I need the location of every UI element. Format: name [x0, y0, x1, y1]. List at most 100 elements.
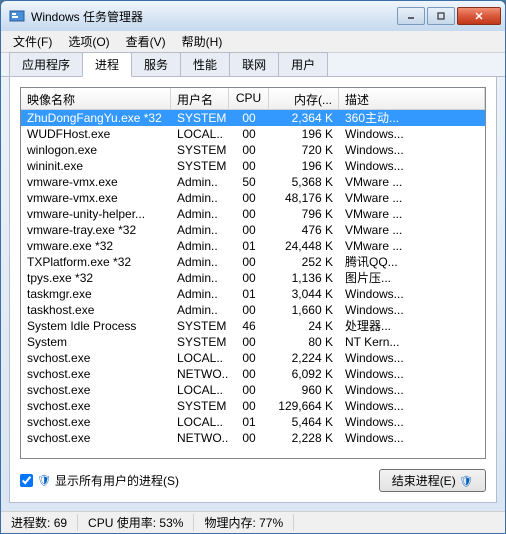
- col-image-name[interactable]: 映像名称: [21, 88, 171, 109]
- cell-mem: 796 K: [269, 206, 339, 222]
- cell-mem: 1,660 K: [269, 302, 339, 318]
- cell-name: System: [21, 334, 171, 350]
- cell-name: TXPlatform.exe *32: [21, 254, 171, 270]
- table-row[interactable]: tpys.exe *32Admin..001,136 K图片压...: [21, 270, 485, 286]
- titlebar[interactable]: Windows 任务管理器: [1, 1, 505, 31]
- table-row[interactable]: svchost.exeLOCAL..015,464 KWindows...: [21, 414, 485, 430]
- close-button[interactable]: [457, 7, 501, 25]
- tab-performance[interactable]: 性能: [180, 52, 230, 76]
- shield-icon: 🛡: [37, 474, 51, 487]
- menu-view[interactable]: 查看(V): [118, 31, 174, 52]
- table-row[interactable]: svchost.exeLOCAL..002,224 KWindows...: [21, 350, 485, 366]
- cell-mem: 252 K: [269, 254, 339, 270]
- cell-name: vmware-tray.exe *32: [21, 222, 171, 238]
- cell-cpu: 00: [229, 126, 269, 142]
- tab-processes[interactable]: 进程: [82, 52, 132, 77]
- cell-name: svchost.exe: [21, 382, 171, 398]
- table-row[interactable]: wininit.exeSYSTEM00196 KWindows...: [21, 158, 485, 174]
- cell-cpu: 00: [229, 110, 269, 126]
- cell-mem: 6,092 K: [269, 366, 339, 382]
- cell-user: LOCAL..: [171, 414, 229, 430]
- cell-user: SYSTEM: [171, 334, 229, 350]
- cell-name: WUDFHost.exe: [21, 126, 171, 142]
- table-row[interactable]: svchost.exeSYSTEM00129,664 KWindows...: [21, 398, 485, 414]
- table-row[interactable]: svchost.exeLOCAL..00960 KWindows...: [21, 382, 485, 398]
- cell-user: Admin..: [171, 302, 229, 318]
- table-row[interactable]: ZhuDongFangYu.exe *32SYSTEM002,364 K360主…: [21, 110, 485, 126]
- table-row[interactable]: vmware-tray.exe *32Admin..00476 KVMware …: [21, 222, 485, 238]
- cell-mem: 1,136 K: [269, 270, 339, 286]
- table-row[interactable]: SystemSYSTEM0080 KNT Kern...: [21, 334, 485, 350]
- tab-users[interactable]: 用户: [278, 52, 328, 76]
- cell-name: wininit.exe: [21, 158, 171, 174]
- table-row[interactable]: taskmgr.exeAdmin..013,044 KWindows...: [21, 286, 485, 302]
- tab-applications[interactable]: 应用程序: [9, 52, 83, 76]
- cell-user: SYSTEM: [171, 110, 229, 126]
- cell-mem: 48,176 K: [269, 190, 339, 206]
- table-row[interactable]: vmware-vmx.exeAdmin..0048,176 KVMware ..…: [21, 190, 485, 206]
- minimize-button[interactable]: [397, 7, 425, 25]
- cell-user: Admin..: [171, 238, 229, 254]
- cell-cpu: 00: [229, 382, 269, 398]
- shield-icon: 🛡: [459, 476, 473, 488]
- table-row[interactable]: vmware.exe *32Admin..0124,448 KVMware ..…: [21, 238, 485, 254]
- col-memory[interactable]: 内存(...: [269, 88, 339, 109]
- cell-name: vmware-vmx.exe: [21, 174, 171, 190]
- table-row[interactable]: svchost.exeNETWO..006,092 KWindows...: [21, 366, 485, 382]
- cell-desc: VMware ...: [339, 238, 485, 254]
- cell-mem: 5,464 K: [269, 414, 339, 430]
- cell-name: svchost.exe: [21, 350, 171, 366]
- table-row[interactable]: System Idle ProcessSYSTEM4624 K处理器...: [21, 318, 485, 334]
- cell-name: svchost.exe: [21, 430, 171, 446]
- table-row[interactable]: WUDFHost.exeLOCAL..00196 KWindows...: [21, 126, 485, 142]
- col-description[interactable]: 描述: [339, 88, 485, 109]
- cell-desc: VMware ...: [339, 174, 485, 190]
- end-process-button[interactable]: 结束进程(E) 🛡: [379, 469, 486, 492]
- show-all-users-label[interactable]: 🛡 显示所有用户的进程(S): [20, 472, 179, 489]
- cell-desc: Windows...: [339, 366, 485, 382]
- cell-cpu: 50: [229, 174, 269, 190]
- show-all-users-checkbox[interactable]: [20, 474, 33, 487]
- cell-desc: Windows...: [339, 302, 485, 318]
- cell-desc: Windows...: [339, 430, 485, 446]
- table-header: 映像名称 用户名 CPU 内存(... 描述: [21, 88, 485, 110]
- cell-mem: 5,368 K: [269, 174, 339, 190]
- menubar: 文件(F) 选项(O) 查看(V) 帮助(H): [1, 31, 505, 53]
- col-user[interactable]: 用户名: [171, 88, 229, 109]
- cell-name: taskmgr.exe: [21, 286, 171, 302]
- show-all-users-text: 显示所有用户的进程(S): [55, 472, 179, 489]
- cell-cpu: 00: [229, 366, 269, 382]
- col-cpu[interactable]: CPU: [229, 88, 269, 109]
- cell-name: svchost.exe: [21, 414, 171, 430]
- cell-desc: VMware ...: [339, 206, 485, 222]
- cell-user: Admin..: [171, 206, 229, 222]
- cell-mem: 3,044 K: [269, 286, 339, 302]
- table-row[interactable]: taskhost.exeAdmin..001,660 KWindows...: [21, 302, 485, 318]
- menu-options[interactable]: 选项(O): [60, 31, 117, 52]
- table-body[interactable]: ZhuDongFangYu.exe *32SYSTEM002,364 K360主…: [21, 110, 485, 458]
- cell-mem: 720 K: [269, 142, 339, 158]
- cell-user: Admin..: [171, 222, 229, 238]
- cell-mem: 196 K: [269, 158, 339, 174]
- cell-name: tpys.exe *32: [21, 270, 171, 286]
- table-row[interactable]: svchost.exeNETWO..002,228 KWindows...: [21, 430, 485, 446]
- tab-bar: 应用程序 进程 服务 性能 联网 用户: [1, 53, 505, 77]
- menu-file[interactable]: 文件(F): [5, 31, 60, 52]
- table-row[interactable]: vmware-vmx.exeAdmin..505,368 KVMware ...: [21, 174, 485, 190]
- cell-desc: Windows...: [339, 158, 485, 174]
- cell-user: Admin..: [171, 286, 229, 302]
- menu-help[interactable]: 帮助(H): [174, 31, 231, 52]
- table-row[interactable]: TXPlatform.exe *32Admin..00252 K腾讯QQ...: [21, 254, 485, 270]
- footer-row: 🛡 显示所有用户的进程(S) 结束进程(E) 🛡: [20, 469, 486, 492]
- cell-mem: 129,664 K: [269, 398, 339, 414]
- tab-networking[interactable]: 联网: [229, 52, 279, 76]
- cell-mem: 80 K: [269, 334, 339, 350]
- status-processes: 进程数: 69: [1, 514, 78, 531]
- status-memory: 物理内存: 77%: [194, 514, 294, 531]
- table-row[interactable]: vmware-unity-helper...Admin..00796 KVMwa…: [21, 206, 485, 222]
- cell-user: SYSTEM: [171, 158, 229, 174]
- maximize-button[interactable]: [427, 7, 455, 25]
- tab-services[interactable]: 服务: [131, 52, 181, 76]
- table-row[interactable]: winlogon.exeSYSTEM00720 KWindows...: [21, 142, 485, 158]
- cell-name: winlogon.exe: [21, 142, 171, 158]
